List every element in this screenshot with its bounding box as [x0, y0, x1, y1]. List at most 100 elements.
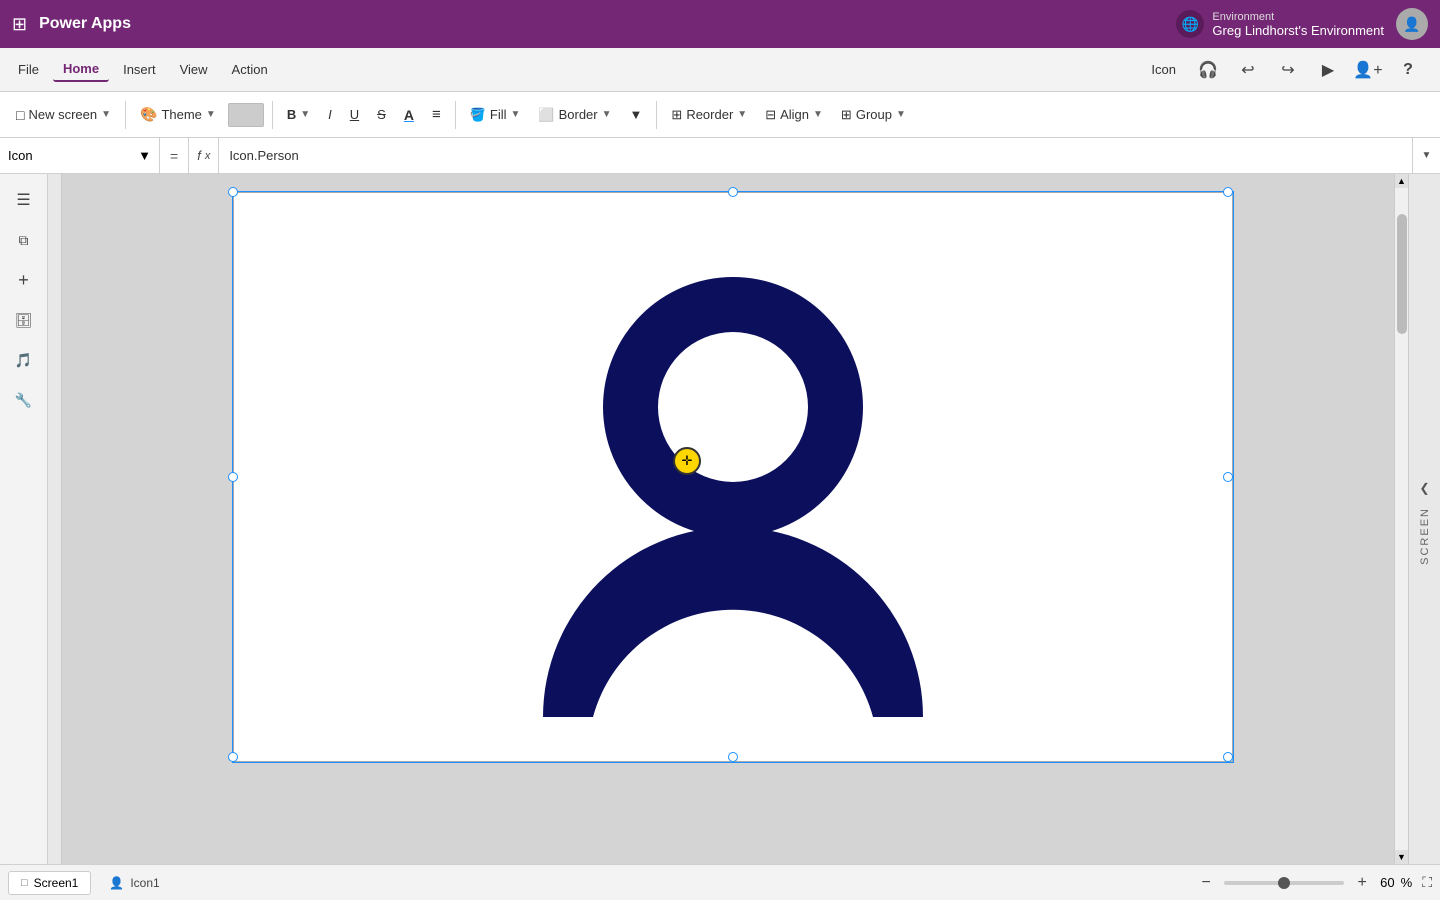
toolbar: □ New screen ▼ 🎨 Theme ▼ B ▼ I U S A ≡ 🪣…: [0, 92, 1440, 138]
align-btn-caret: ▼: [813, 109, 823, 120]
theme-caret: ▼: [206, 109, 216, 120]
border-label: Border: [559, 107, 598, 122]
align-button[interactable]: ≡: [424, 102, 449, 127]
person-add-icon-btn[interactable]: 👤+: [1352, 54, 1384, 86]
formulabar: Icon ▼ = fx ▼: [0, 138, 1440, 174]
play-icon-btn[interactable]: ▶: [1312, 54, 1344, 86]
grid-icon[interactable]: ⊞: [12, 14, 27, 35]
sidebar-data-icon[interactable]: 🗄: [6, 302, 42, 338]
italic-button[interactable]: I: [320, 103, 340, 126]
new-screen-caret: ▼: [101, 109, 111, 120]
reorder-label: Reorder: [686, 107, 733, 122]
sidebar-media-icon[interactable]: 🎵: [6, 342, 42, 378]
reorder-icon: ⊞: [671, 107, 682, 123]
screen-label: SCREEN: [1419, 507, 1431, 565]
scroll-up-btn[interactable]: ▲: [1395, 174, 1408, 188]
sidebar-add-icon[interactable]: +: [6, 262, 42, 298]
theme-color-swatch[interactable]: [228, 103, 264, 127]
scroll-thumb[interactable]: [1397, 214, 1407, 334]
formula-selector-value: Icon: [8, 148, 33, 163]
sidebar-tools-icon[interactable]: 🔧: [6, 382, 42, 418]
zoom-expand-btn[interactable]: ⛶: [1422, 874, 1432, 891]
new-screen-label: New screen: [28, 107, 97, 122]
undo-icon-btn[interactable]: ↩: [1232, 54, 1264, 86]
environment-name: Greg Lindhorst's Environment: [1212, 23, 1384, 38]
vertical-scrollbar[interactable]: ▲ ▼: [1394, 174, 1408, 864]
align-btn[interactable]: ⊟ Align ▼: [757, 103, 831, 127]
underline-button[interactable]: U: [342, 103, 367, 126]
border-button[interactable]: ⬜ Border ▼: [530, 103, 619, 127]
canvas-area: ✛ ▲ ▼: [48, 174, 1408, 864]
help-icon-btn[interactable]: ?: [1392, 54, 1424, 86]
menu-insert[interactable]: Insert: [113, 58, 166, 81]
strikethrough-button[interactable]: S: [369, 103, 394, 126]
border-icon: ⬜: [538, 107, 554, 123]
app-title: Power Apps: [39, 15, 131, 33]
screen1-tab-icon: □: [21, 877, 28, 889]
formula-expand-caret[interactable]: ▼: [1412, 138, 1440, 173]
sep3: [455, 101, 456, 129]
zoom-plus-btn[interactable]: +: [1350, 871, 1374, 895]
formula-eq: =: [160, 138, 189, 173]
bold-caret: ▼: [300, 109, 310, 120]
align-btn-label: Align: [780, 107, 809, 122]
align-btn-icon: ⊟: [765, 107, 776, 123]
underline-label: U: [350, 107, 359, 122]
formula-input[interactable]: [219, 138, 1412, 173]
menu-right-icons: Icon 🎧 ↩ ↪ ▶ 👤+ ?: [1151, 54, 1424, 86]
group-button[interactable]: ⊞ Group ▼: [833, 103, 914, 127]
screen1-tab[interactable]: □ Screen1: [8, 871, 91, 895]
menu-action[interactable]: Action: [222, 58, 278, 81]
left-sidebar: ☰ ⧉ + 🗄 🎵 🔧: [0, 174, 48, 864]
reorder-caret: ▼: [737, 109, 747, 120]
formula-fx[interactable]: fx: [189, 138, 219, 173]
icon-label: Icon: [1151, 62, 1176, 77]
environment-icon: 🌐: [1176, 10, 1204, 38]
fill-label: Fill: [490, 107, 507, 122]
bold-button[interactable]: B ▼: [279, 103, 318, 126]
strikethrough-label: S: [377, 107, 386, 122]
icon1-tab[interactable]: 👤 Icon1: [97, 872, 171, 894]
icon1-tab-icon: 👤: [109, 876, 124, 890]
icon1-tab-label: Icon1: [130, 876, 159, 890]
formula-selector[interactable]: Icon ▼: [0, 138, 160, 173]
fill-button[interactable]: 🪣 Fill ▼: [462, 103, 529, 127]
move-cursor-indicator[interactable]: ✛: [673, 447, 701, 475]
environment-label: Environment: [1212, 11, 1384, 23]
italic-label: I: [328, 107, 332, 122]
sep4: [656, 101, 657, 129]
sep2: [272, 101, 273, 129]
panel-collapse-arrow[interactable]: ❮: [1419, 481, 1429, 495]
bold-label: B: [287, 107, 296, 122]
sidebar-layers-icon[interactable]: ⧉: [6, 222, 42, 258]
menu-view[interactable]: View: [170, 58, 218, 81]
zoom-unit: %: [1401, 875, 1413, 890]
theme-label: Theme: [161, 107, 201, 122]
new-screen-button[interactable]: □ New screen ▼: [8, 103, 119, 127]
main-area: ☰ ⧉ + 🗄 🎵 🔧: [0, 174, 1440, 864]
menu-file[interactable]: File: [8, 58, 49, 81]
zoom-slider-track[interactable]: [1224, 881, 1344, 885]
reorder-button[interactable]: ⊞ Reorder ▼: [663, 103, 755, 127]
fill-icon: 🪣: [470, 107, 486, 123]
sep1: [125, 101, 126, 129]
topbar: ⊞ Power Apps 🌐 Environment Greg Lindhors…: [0, 0, 1440, 48]
font-color-icon: A: [404, 107, 414, 123]
right-panel: ❮ SCREEN: [1408, 174, 1440, 864]
menu-home[interactable]: Home: [53, 57, 109, 82]
bottombar: □ Screen1 👤 Icon1 − + 60 % ⛶: [0, 864, 1440, 900]
zoom-slider-thumb[interactable]: [1278, 877, 1290, 889]
theme-button[interactable]: 🎨 Theme ▼: [132, 102, 224, 127]
zoom-minus-btn[interactable]: −: [1194, 871, 1218, 895]
avatar[interactable]: 👤: [1396, 8, 1428, 40]
scroll-down-btn[interactable]: ▼: [1395, 850, 1408, 864]
sidebar-menu-icon[interactable]: ☰: [6, 182, 42, 218]
expand-down-button[interactable]: ▼: [622, 103, 651, 126]
align-icon: ≡: [432, 106, 441, 123]
redo-icon-btn[interactable]: ↪: [1272, 54, 1304, 86]
headset-icon-btn[interactable]: 🎧: [1192, 54, 1224, 86]
font-color-button[interactable]: A: [396, 103, 422, 127]
theme-icon: 🎨: [140, 106, 157, 123]
border-caret: ▼: [602, 109, 612, 120]
screen-canvas: ✛: [233, 192, 1233, 762]
